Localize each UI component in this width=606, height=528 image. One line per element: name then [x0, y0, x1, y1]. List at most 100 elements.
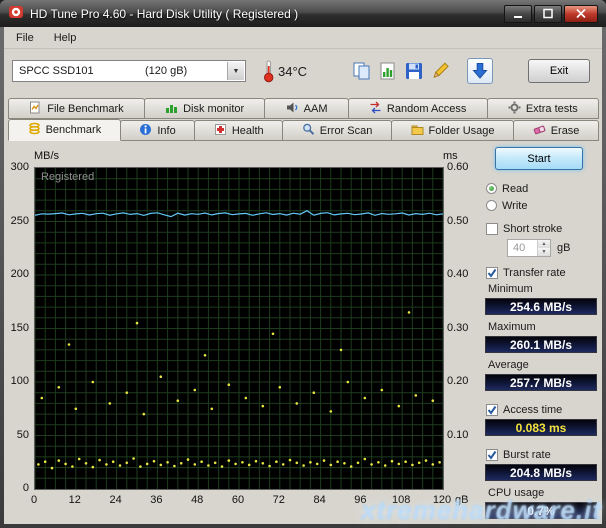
access-time-dot	[105, 463, 108, 466]
access-time-dot	[384, 464, 387, 467]
tab-random-access[interactable]: Random Access	[348, 98, 488, 119]
start-button[interactable]: Start	[495, 147, 583, 170]
tab-benchmark[interactable]: Benchmark	[8, 119, 121, 141]
save-screenshot-button[interactable]	[401, 58, 427, 84]
x-axis-tick: 24	[104, 494, 128, 506]
right-axis-tick: 0.10	[447, 429, 468, 441]
tab-error-scan[interactable]: Error Scan	[282, 120, 392, 141]
menu-file[interactable]: File	[6, 29, 44, 47]
access-time-dot	[323, 459, 326, 462]
access-time-dot	[241, 461, 244, 464]
transfer-rate-checkbox[interactable]: Transfer rate	[480, 264, 598, 281]
access-time-dot	[330, 464, 333, 467]
x-axis-tick: 48	[185, 494, 209, 506]
tab-row-secondary: File Benchmark Disk monitor AAM Random A…	[4, 98, 602, 119]
temperature-value: 34°C	[278, 64, 307, 79]
hdtune-window: HD Tune Pro 4.60 - Hard Disk Utility ( R…	[0, 0, 606, 528]
access-time-dot	[245, 397, 248, 400]
read-radio[interactable]: Read	[480, 180, 598, 197]
access-time-dot	[85, 462, 88, 465]
tab-file-benchmark[interactable]: File Benchmark	[8, 98, 145, 119]
access-time-dot	[415, 394, 418, 397]
tab-disk-monitor[interactable]: Disk monitor	[144, 98, 266, 119]
transfer-arrows-icon	[369, 101, 382, 117]
spin-up-button[interactable]: ▲	[538, 240, 550, 248]
access-time-dot	[173, 465, 176, 468]
access-time-dot	[279, 386, 282, 389]
benchmark-panel: MB/s ms Registered 3002502001501005000.6…	[4, 141, 602, 524]
copy-screenshot-button[interactable]	[349, 58, 375, 84]
access-time-dot	[309, 461, 312, 464]
magnifier-icon	[302, 123, 315, 139]
drive-select[interactable]: SPCC SSD101 (120 gB) ▼	[12, 60, 246, 82]
menu-help[interactable]: Help	[44, 29, 87, 47]
tab-info[interactable]: Info	[120, 120, 196, 141]
exit-button[interactable]: Exit	[528, 59, 590, 83]
minimum-value: 254.6 MB/s	[485, 298, 597, 315]
access-time-dot	[166, 461, 169, 464]
short-stroke-label: Short stroke	[503, 223, 562, 235]
short-stroke-checkbox[interactable]: Short stroke	[480, 220, 598, 237]
access-time-dot	[313, 391, 316, 394]
short-stroke-size: 40 ▲ ▼ gB	[507, 239, 598, 257]
tab-extra-tests[interactable]: Extra tests	[487, 98, 599, 119]
access-time-dot	[255, 460, 258, 463]
access-time-dot	[228, 383, 231, 386]
chevron-down-icon[interactable]: ▼	[227, 62, 244, 80]
tab-aam[interactable]: AAM	[264, 98, 348, 119]
access-time-dot	[336, 460, 339, 463]
access-time-dot	[160, 464, 163, 467]
access-time-dot	[132, 457, 135, 460]
average-label: Average	[480, 359, 598, 373]
tab-erase[interactable]: Erase	[513, 120, 599, 141]
access-time-dot	[364, 397, 367, 400]
red-cross-icon	[214, 123, 227, 139]
access-time-checkbox[interactable]: Access time	[480, 401, 598, 418]
tab-folder-usage[interactable]: Folder Usage	[391, 120, 514, 141]
close-button[interactable]	[564, 5, 598, 23]
access-time-dot	[126, 462, 129, 465]
left-axis-tick: 50	[4, 429, 29, 441]
access-time-dot	[411, 464, 414, 467]
app-icon	[8, 4, 24, 23]
access-time-dot	[78, 458, 81, 461]
read-label: Read	[502, 183, 528, 195]
access-time-dot	[248, 464, 251, 467]
access-time-dot	[214, 462, 217, 465]
access-time-dot	[432, 463, 435, 466]
write-radio[interactable]: Write	[480, 197, 598, 214]
right-axis-tick: 0.30	[447, 322, 468, 334]
access-time-dot	[204, 354, 207, 357]
tab-label: Erase	[551, 125, 580, 137]
access-time-dot	[262, 405, 265, 408]
access-time-dot	[391, 460, 394, 463]
access-time-dot	[180, 462, 183, 465]
minimize-button[interactable]	[504, 5, 532, 23]
left-axis-tick: 150	[4, 322, 29, 334]
access-time-dot	[350, 465, 353, 468]
burst-rate-checkbox[interactable]: Burst rate	[480, 446, 598, 463]
gear-icon	[508, 101, 521, 117]
capture-options-button[interactable]	[427, 58, 453, 84]
tab-health[interactable]: Health	[194, 120, 283, 141]
access-time-dot	[316, 463, 319, 466]
access-time-dot	[58, 386, 61, 389]
x-axis-tick: 120	[430, 494, 454, 506]
spin-down-button[interactable]: ▼	[538, 248, 550, 256]
access-time-dot	[262, 462, 265, 465]
access-time-dot	[51, 467, 54, 470]
tab-label: Benchmark	[46, 124, 102, 136]
access-time-dot	[92, 381, 95, 384]
access-time-dot	[408, 311, 411, 314]
x-axis-tick: 108	[389, 494, 413, 506]
benchmark-chart	[35, 168, 443, 489]
update-check-button[interactable]	[467, 58, 493, 84]
left-axis-tick: 200	[4, 268, 29, 280]
copy-results-button[interactable]	[375, 58, 401, 84]
short-stroke-input[interactable]: 40 ▲ ▼	[507, 239, 551, 257]
access-time-dot	[44, 460, 47, 463]
tab-label: Disk monitor	[183, 103, 244, 115]
maximize-button[interactable]	[534, 5, 562, 23]
burst-rate-label: Burst rate	[503, 449, 551, 461]
x-axis-tick: 12	[63, 494, 87, 506]
